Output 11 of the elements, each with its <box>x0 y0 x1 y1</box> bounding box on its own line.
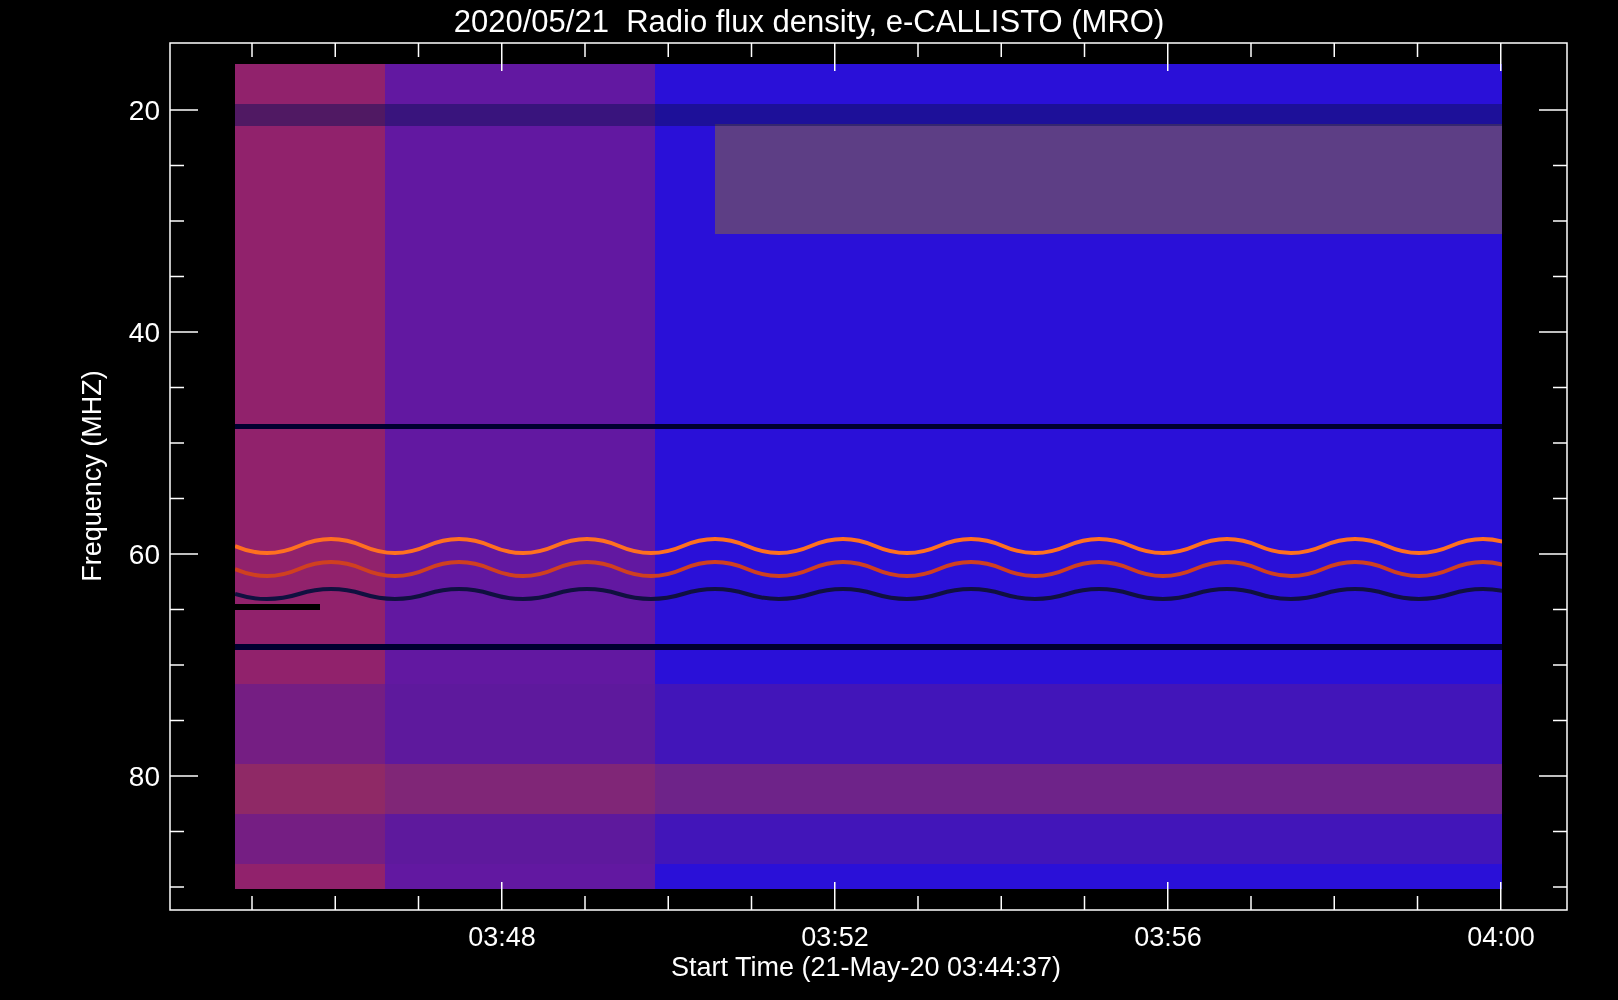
x-axis-label: Start Time (21-May-20 03:44:37) <box>670 952 1062 982</box>
y-tick-label: 20 <box>128 95 160 126</box>
y-tick-label: 40 <box>128 317 160 348</box>
x-tick-label: 03:48 <box>468 922 536 952</box>
y-tick-label: 60 <box>128 539 160 570</box>
x-tick-label: 03:52 <box>801 922 869 952</box>
y-tick-label: 80 <box>128 761 160 792</box>
x-tick-label: 04:00 <box>1467 922 1535 952</box>
plot-title: 2020/05/21 Radio flux density, e-CALLISTO (MRO) <box>453 4 1165 39</box>
y-axis-label: Frequency (MHZ) <box>77 370 107 582</box>
x-tick-label: 03:56 <box>1134 922 1202 952</box>
